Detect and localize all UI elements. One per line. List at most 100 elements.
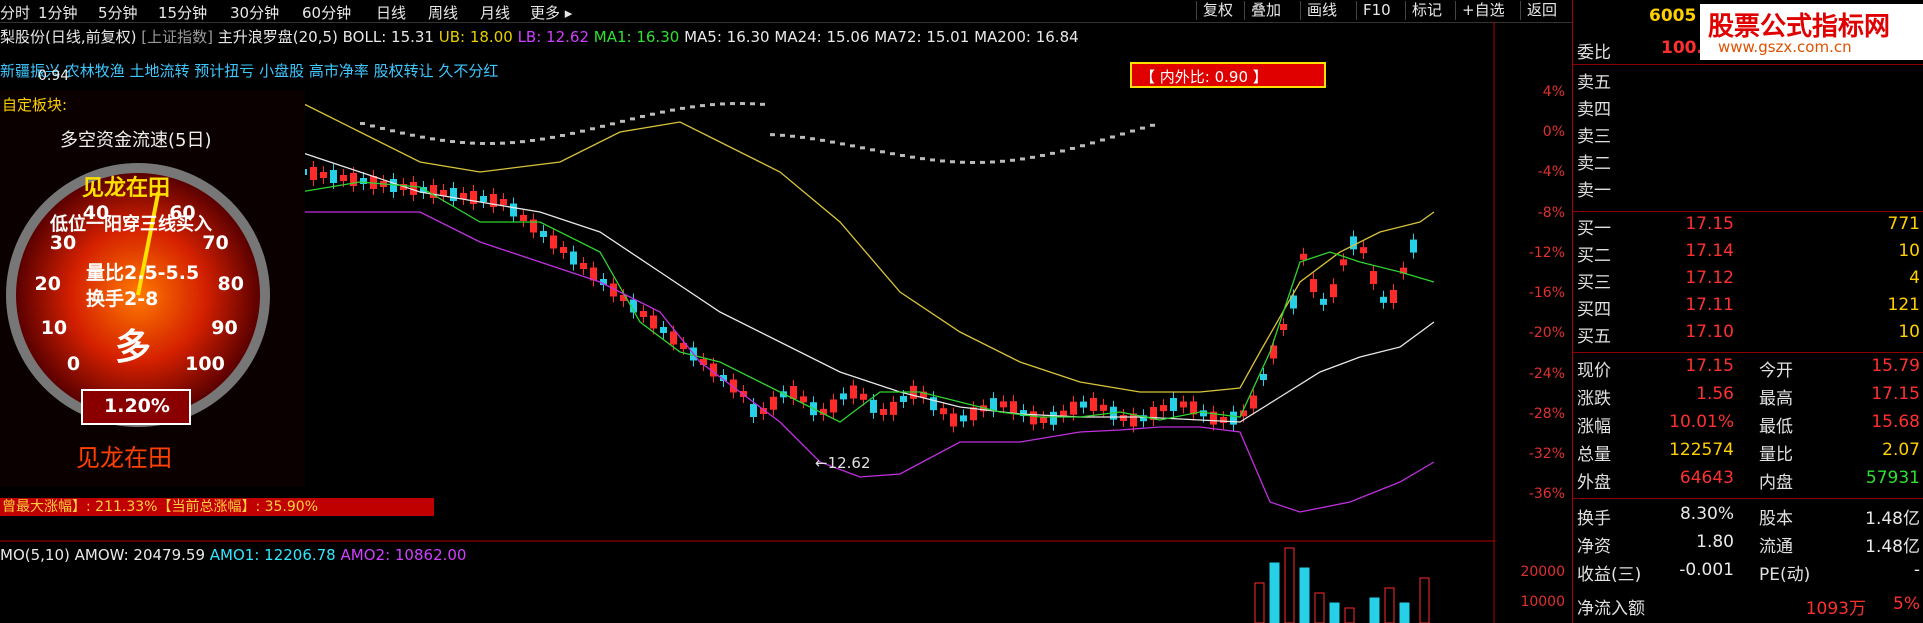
weibi-value: 100. (1661, 38, 1703, 58)
axis-label: -8% (1537, 205, 1565, 221)
signal-dot (1140, 126, 1145, 130)
signal-dot (540, 137, 545, 141)
f10-button[interactable]: F10 (1356, 1, 1397, 20)
volume-bar (1284, 547, 1295, 623)
signal-dot (930, 158, 935, 162)
back-button[interactable]: 返回 (1520, 1, 1563, 20)
signal-dot (560, 133, 565, 137)
buy-price: 17.15 (1685, 214, 1734, 234)
signal-dot (830, 140, 835, 144)
gauge-scale-label: 30 (49, 231, 77, 254)
tab-monthly[interactable]: 月线 (480, 2, 510, 23)
fund-label: 收益(三) (1577, 565, 1642, 585)
fund-label: PE(动) (1759, 565, 1811, 585)
overlay-button[interactable]: 叠加 (1244, 1, 1287, 20)
add-favorite-button[interactable]: +自选 (1455, 1, 1511, 20)
axis-label: -28% (1528, 406, 1565, 422)
gauge-scale-label: 60 (169, 201, 196, 224)
signal-dot (1040, 153, 1045, 157)
signal-dot (1060, 149, 1065, 153)
signal-dot (970, 160, 975, 164)
signal-dot (1020, 157, 1025, 161)
tab-5min[interactable]: 5分钟 (98, 2, 138, 23)
buy-volume: 4 (1909, 268, 1920, 288)
fuquan-button[interactable]: 复权 (1196, 1, 1239, 20)
sell-label: 卖三 (1577, 127, 1611, 147)
tab-30min[interactable]: 30分钟 (230, 2, 279, 23)
signal-dot (820, 138, 825, 142)
signal-dot (850, 144, 855, 148)
buy-price: 17.11 (1685, 295, 1734, 315)
signal-dot (690, 105, 695, 109)
signal-dot (600, 124, 605, 128)
signal-dot (680, 106, 685, 110)
signal-dot (380, 126, 385, 130)
netflow-value: 1093万 (1805, 599, 1866, 619)
signal-dot (950, 160, 955, 164)
signal-dot (510, 141, 515, 145)
volume-bar (1419, 577, 1430, 623)
signal-dot (1110, 135, 1115, 139)
fund-value: -0.001 (1679, 560, 1734, 580)
percent-axis: 4% 0% -4% -8% -12% -16% -20% -24% -28% -… (1495, 22, 1571, 623)
gauge-scale-label: 10 (40, 317, 68, 340)
sell-row: 卖一 (1573, 176, 1923, 202)
signal-dot (630, 117, 635, 121)
gauge-percent: 1.20% (104, 395, 170, 417)
gauge-line3: 换手2-8 (86, 288, 159, 310)
netflow-percent: 5% (1893, 594, 1920, 614)
signal-dot (880, 150, 885, 154)
tab-1min[interactable]: 1分钟 (38, 2, 78, 23)
stat-value: 57931 (1865, 468, 1920, 488)
fund-label: 换手 (1577, 509, 1611, 529)
stat-label: 今开 (1759, 361, 1793, 381)
tab-60min[interactable]: 60分钟 (302, 2, 351, 23)
tab-timeshare[interactable]: 分时 (0, 2, 30, 23)
stock-code: 6005 (1649, 6, 1697, 26)
signal-dot (440, 138, 445, 142)
tab-daily[interactable]: 日线 (376, 2, 406, 23)
sell-label: 卖四 (1577, 100, 1611, 120)
signal-dot (620, 119, 625, 123)
signal-dot (710, 103, 715, 107)
signal-dot (1000, 159, 1005, 163)
tab-weekly[interactable]: 周线 (428, 2, 458, 23)
buy-price: 17.12 (1685, 268, 1734, 288)
signal-dot (780, 133, 785, 137)
tab-15min[interactable]: 15分钟 (158, 2, 207, 23)
buy-volume: 771 (1887, 214, 1920, 234)
separator (1573, 352, 1923, 353)
signal-dot (800, 135, 805, 139)
stat-label: 现价 (1577, 361, 1611, 381)
gauge-scale-label: 0 (66, 353, 81, 376)
mark-button[interactable]: 标记 (1405, 1, 1448, 20)
gauge-top-value: 0.94 (38, 68, 70, 84)
fund-value: 8.30% (1679, 504, 1734, 524)
stat-value: 17.15 (1871, 384, 1920, 404)
gauge-scale-label: 40 (82, 201, 110, 224)
separator (1573, 211, 1923, 212)
buy-row: 买二 17.14 10 (1573, 241, 1923, 267)
buy-price: 17.10 (1685, 322, 1734, 342)
draw-line-button[interactable]: 画线 (1300, 1, 1343, 20)
signal-dot (580, 129, 585, 133)
signal-dot (790, 134, 795, 138)
fund-value: - (1913, 560, 1920, 580)
fund-label: 净资 (1577, 537, 1611, 557)
volume-bar (1399, 602, 1410, 623)
signal-dot (490, 141, 495, 145)
signal-dot (1100, 138, 1105, 142)
signal-dot (990, 160, 995, 164)
stat-label: 外盘 (1577, 473, 1611, 493)
buy-label: 买三 (1577, 273, 1611, 293)
signal-dot (1120, 132, 1125, 136)
signal-dot (550, 135, 555, 139)
stat-label: 最高 (1759, 389, 1793, 409)
signal-dot (640, 114, 645, 118)
fund-row: 收益(三) -0.001 PE(动) - (1573, 560, 1923, 586)
gauge-scale-label: 100 (185, 353, 225, 376)
signal-dot (370, 124, 375, 128)
indicator-name[interactable]: MO(5,10) (0, 546, 70, 564)
tab-more[interactable]: 更多 ▸ (530, 2, 572, 23)
signal-dot (910, 155, 915, 159)
